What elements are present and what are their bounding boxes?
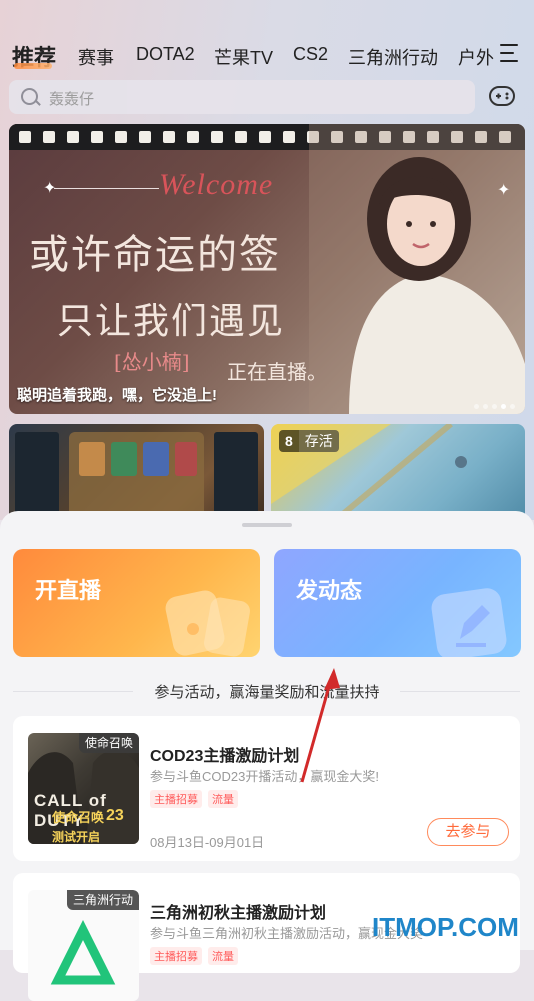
event-tags: 主播招募 流量: [150, 790, 244, 808]
event-title: 三角洲初秋主播激励计划: [150, 905, 327, 922]
active-tab-indicator: [14, 63, 52, 69]
tab-cs2[interactable]: CS2: [293, 44, 328, 65]
carousel-dots[interactable]: [470, 396, 515, 414]
channel-tabs: 推荐 赛事 DOTA2 芒果TV CS2 三角洲行动 户外: [0, 36, 534, 72]
tag-traffic: 流量: [208, 790, 238, 808]
event-date: 08月13日-09月01日: [150, 835, 265, 850]
post-update-label: 发动态: [296, 578, 363, 603]
carousel-dot[interactable]: [492, 404, 497, 409]
live-thumbnail[interactable]: [9, 424, 264, 524]
watermark-text: ITMOP.COM: [372, 912, 519, 942]
banner-welcome: Welcome: [159, 168, 274, 201]
carousel-dot[interactable]: [474, 404, 479, 409]
welcome-line: [54, 188, 159, 189]
game-board-image: [15, 432, 258, 522]
menu-icon[interactable]: [500, 44, 520, 62]
event-poster: 使命召唤 CALL of DUTY 使命召唤 23 测试开启: [28, 733, 139, 844]
banner-caption: 聪明追着我跑，嘿，它没追上!: [17, 387, 217, 404]
banner-live-text: 正在直播。: [227, 360, 327, 384]
game-logo-cn: 使命召唤: [52, 810, 105, 825]
poster-subtitle: 测试开启: [52, 830, 101, 844]
game-version: 23: [106, 807, 124, 824]
start-live-label: 开直播: [35, 578, 102, 603]
event-title: COD23主播激励计划: [150, 748, 300, 765]
edit-icon: [431, 588, 507, 657]
banner-streamer-name: [怂小楠]: [114, 350, 190, 374]
tab-outdoor[interactable]: 户外: [458, 44, 494, 70]
promo-banner[interactable]: Welcome ✦ ✦ 或许命运的签 只让我们遇见 [怂小楠] 正在直播。 聪明…: [9, 124, 525, 414]
banner-line-1: 或许命运的签: [29, 232, 281, 278]
streamer-photo: [309, 124, 525, 414]
camera-icon: [165, 590, 250, 657]
sheet-drag-handle[interactable]: [242, 523, 292, 527]
carousel-dot[interactable]: [483, 404, 488, 409]
event-card[interactable]: 使命召唤 CALL of DUTY 使命召唤 23 测试开启 COD23主播激励…: [13, 716, 520, 861]
gamepad-icon[interactable]: [488, 84, 516, 108]
carousel-dot[interactable]: [501, 404, 506, 409]
banner-line-2: 只让我们遇见: [57, 301, 286, 342]
search-icon: [21, 88, 38, 105]
tab-events[interactable]: 赛事: [78, 44, 114, 70]
event-poster: 三角洲行动: [28, 890, 139, 1001]
section-title: 参与活动，赢海量奖励和流量扶持: [154, 684, 380, 701]
event-description: 参与斗鱼COD23开播活动，赢现金大奖!: [150, 769, 379, 784]
tag-recruit: 主播招募: [150, 790, 202, 808]
carousel-dot[interactable]: [510, 404, 515, 409]
tab-mango-tv[interactable]: 芒果TV: [214, 44, 273, 70]
search-bar[interactable]: 轰轰仔: [9, 80, 475, 114]
bottom-sheet: 开直播 发动态 参与活动，赢海量奖励和流量扶持 使命召唤 CALL of DUT…: [0, 511, 534, 1001]
sparkle-icon: ✦: [43, 180, 57, 197]
start-live-card[interactable]: 开直播: [13, 549, 260, 657]
join-button[interactable]: 去参与: [427, 818, 509, 846]
delta-force-logo: [50, 919, 116, 985]
tab-dota2[interactable]: DOTA2: [136, 44, 195, 65]
sparkle-icon: ✦: [497, 182, 511, 199]
event-category-tag: 使命召唤: [78, 733, 139, 753]
survivors-badge: 8 存活: [279, 430, 339, 452]
post-update-card[interactable]: 发动态: [274, 549, 521, 657]
survivors-label: 存活: [298, 430, 339, 452]
tab-delta-force[interactable]: 三角洲行动: [348, 44, 438, 70]
live-thumbnail[interactable]: 8 存活: [271, 424, 525, 524]
survivors-count: 8: [285, 433, 293, 449]
search-placeholder: 轰轰仔: [49, 91, 95, 108]
